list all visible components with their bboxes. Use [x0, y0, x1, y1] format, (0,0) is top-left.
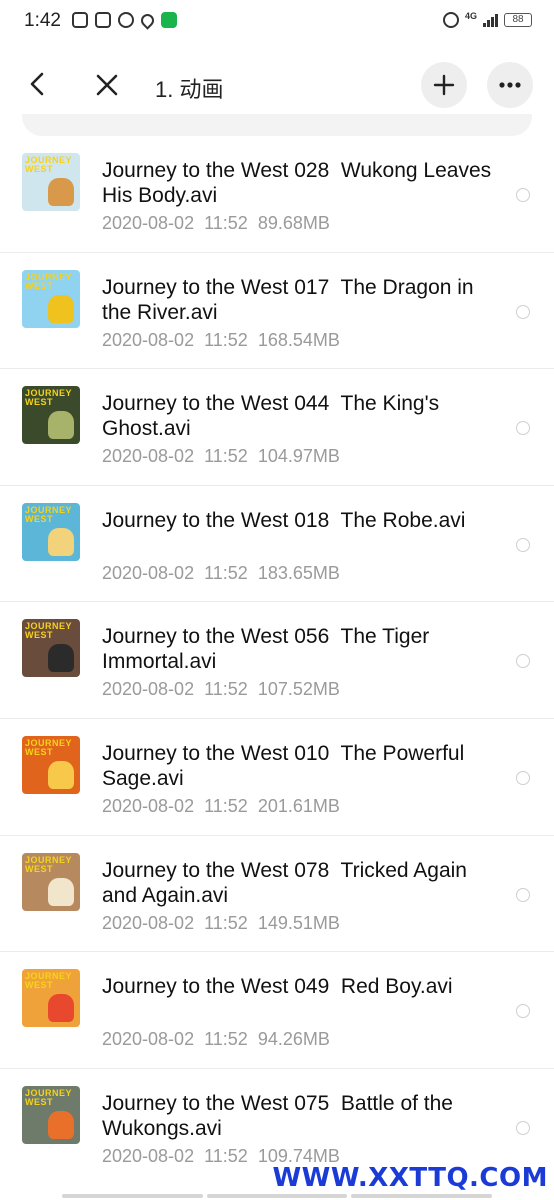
file-name: Journey to the West 075 Battle of the Wu… [102, 1091, 459, 1140]
select-radio[interactable] [516, 304, 530, 319]
file-meta: 2020-08-02 11:52 107.52MB [102, 679, 340, 700]
video-thumbnail: JOURNEY WEST [22, 502, 80, 561]
video-thumbnail: JOURNEY WEST [22, 735, 80, 794]
close-icon[interactable] [90, 68, 124, 102]
select-radio[interactable] [516, 1120, 530, 1135]
list-item[interactable]: JOURNEY WEST Journey to the West 010 The… [0, 719, 554, 836]
wechat-icon [161, 12, 177, 28]
file-name: Journey to the West 017 The Dragon in th… [102, 275, 480, 324]
file-name: Journey to the West 010 The Powerful Sag… [102, 741, 471, 790]
bottom-indicator [62, 1194, 493, 1198]
system-icons: 4G 88 [442, 11, 532, 28]
back-icon[interactable] [22, 68, 54, 100]
signal-icon [483, 13, 498, 27]
header: 1. 动画 [0, 58, 554, 114]
file-meta: 2020-08-02 11:52 149.51MB [102, 912, 340, 933]
list-item[interactable]: JOURNEY WEST Journey to the West 028 Wuk… [0, 136, 554, 253]
video-thumbnail: JOURNEY WEST [22, 269, 80, 328]
list-item[interactable]: JOURNEY WEST Journey to the West 017 The… [0, 253, 554, 370]
select-radio[interactable] [516, 537, 530, 552]
more-button[interactable] [487, 62, 533, 108]
select-radio[interactable] [516, 188, 530, 202]
alarm-icon [442, 12, 459, 28]
battery-icon: 88 [504, 13, 532, 27]
video-thumbnail: JOURNEY WEST [22, 386, 80, 445]
notification-app-icon [72, 12, 88, 28]
location-icon [138, 10, 157, 30]
select-radio[interactable] [516, 1004, 530, 1019]
list-item[interactable]: JOURNEY WEST Journey to the West 056 The… [0, 602, 554, 719]
list-item[interactable]: JOURNEY WEST Journey to the West 078 Tri… [0, 836, 554, 953]
select-radio[interactable] [516, 770, 530, 785]
more-dots-icon [499, 82, 521, 88]
list-item[interactable]: JOURNEY WEST Journey to the West 044 The… [0, 369, 554, 486]
file-name: Journey to the West 078 Tricked Again an… [102, 858, 473, 907]
file-meta: 2020-08-02 11:52 104.97MB [102, 446, 340, 467]
select-radio[interactable] [516, 887, 530, 902]
page-title: 1. 动画 [155, 77, 224, 102]
file-meta: 2020-08-02 11:52 89.68MB [102, 213, 330, 233]
notification-icons [72, 10, 177, 30]
video-thumbnail: JOURNEY WEST [22, 619, 80, 678]
video-thumbnail: JOURNEY WEST [22, 969, 80, 1028]
plus-icon [433, 74, 455, 96]
list-item[interactable]: JOURNEY WEST Journey to the West 018 The… [0, 486, 554, 603]
status-bar: 1:42 4G 88 [0, 0, 554, 44]
video-thumbnail: JOURNEY WEST [22, 1085, 80, 1144]
add-button[interactable] [421, 62, 467, 108]
file-name: Journey to the West 049 Red Boy.avi [102, 975, 453, 999]
file-meta: 2020-08-02 11:52 183.65MB [102, 562, 340, 583]
file-meta: 2020-08-02 11:52 94.26MB [102, 1029, 330, 1050]
select-radio[interactable] [516, 654, 530, 669]
file-list: JOURNEY WEST Journey to the West 028 Wuk… [0, 136, 554, 1185]
file-name: Journey to the West 018 The Robe.avi [102, 508, 466, 532]
list-item[interactable]: JOURNEY WEST Journey to the West 049 Red… [0, 952, 554, 1069]
file-name: Journey to the West 056 The Tiger Immort… [102, 625, 436, 674]
video-thumbnail: JOURNEY WEST [22, 852, 80, 911]
file-meta: 2020-08-02 11:52 168.54MB [102, 329, 340, 350]
video-thumbnail: JOURNEY WEST [22, 153, 80, 211]
status-time: 1:42 [24, 10, 61, 31]
file-name: Journey to the West 044 The King's Ghost… [102, 392, 445, 441]
search-bar[interactable] [22, 114, 532, 136]
watermark: WWW.XXTTQ.COM [272, 1163, 548, 1193]
file-name: Journey to the West 028 Wukong Leaves Hi… [102, 159, 497, 207]
network-type: 4G [464, 11, 477, 21]
select-radio[interactable] [516, 421, 530, 436]
notification-app-icon [118, 12, 134, 28]
notification-app-icon [95, 12, 111, 28]
file-meta: 2020-08-02 11:52 201.61MB [102, 795, 340, 816]
